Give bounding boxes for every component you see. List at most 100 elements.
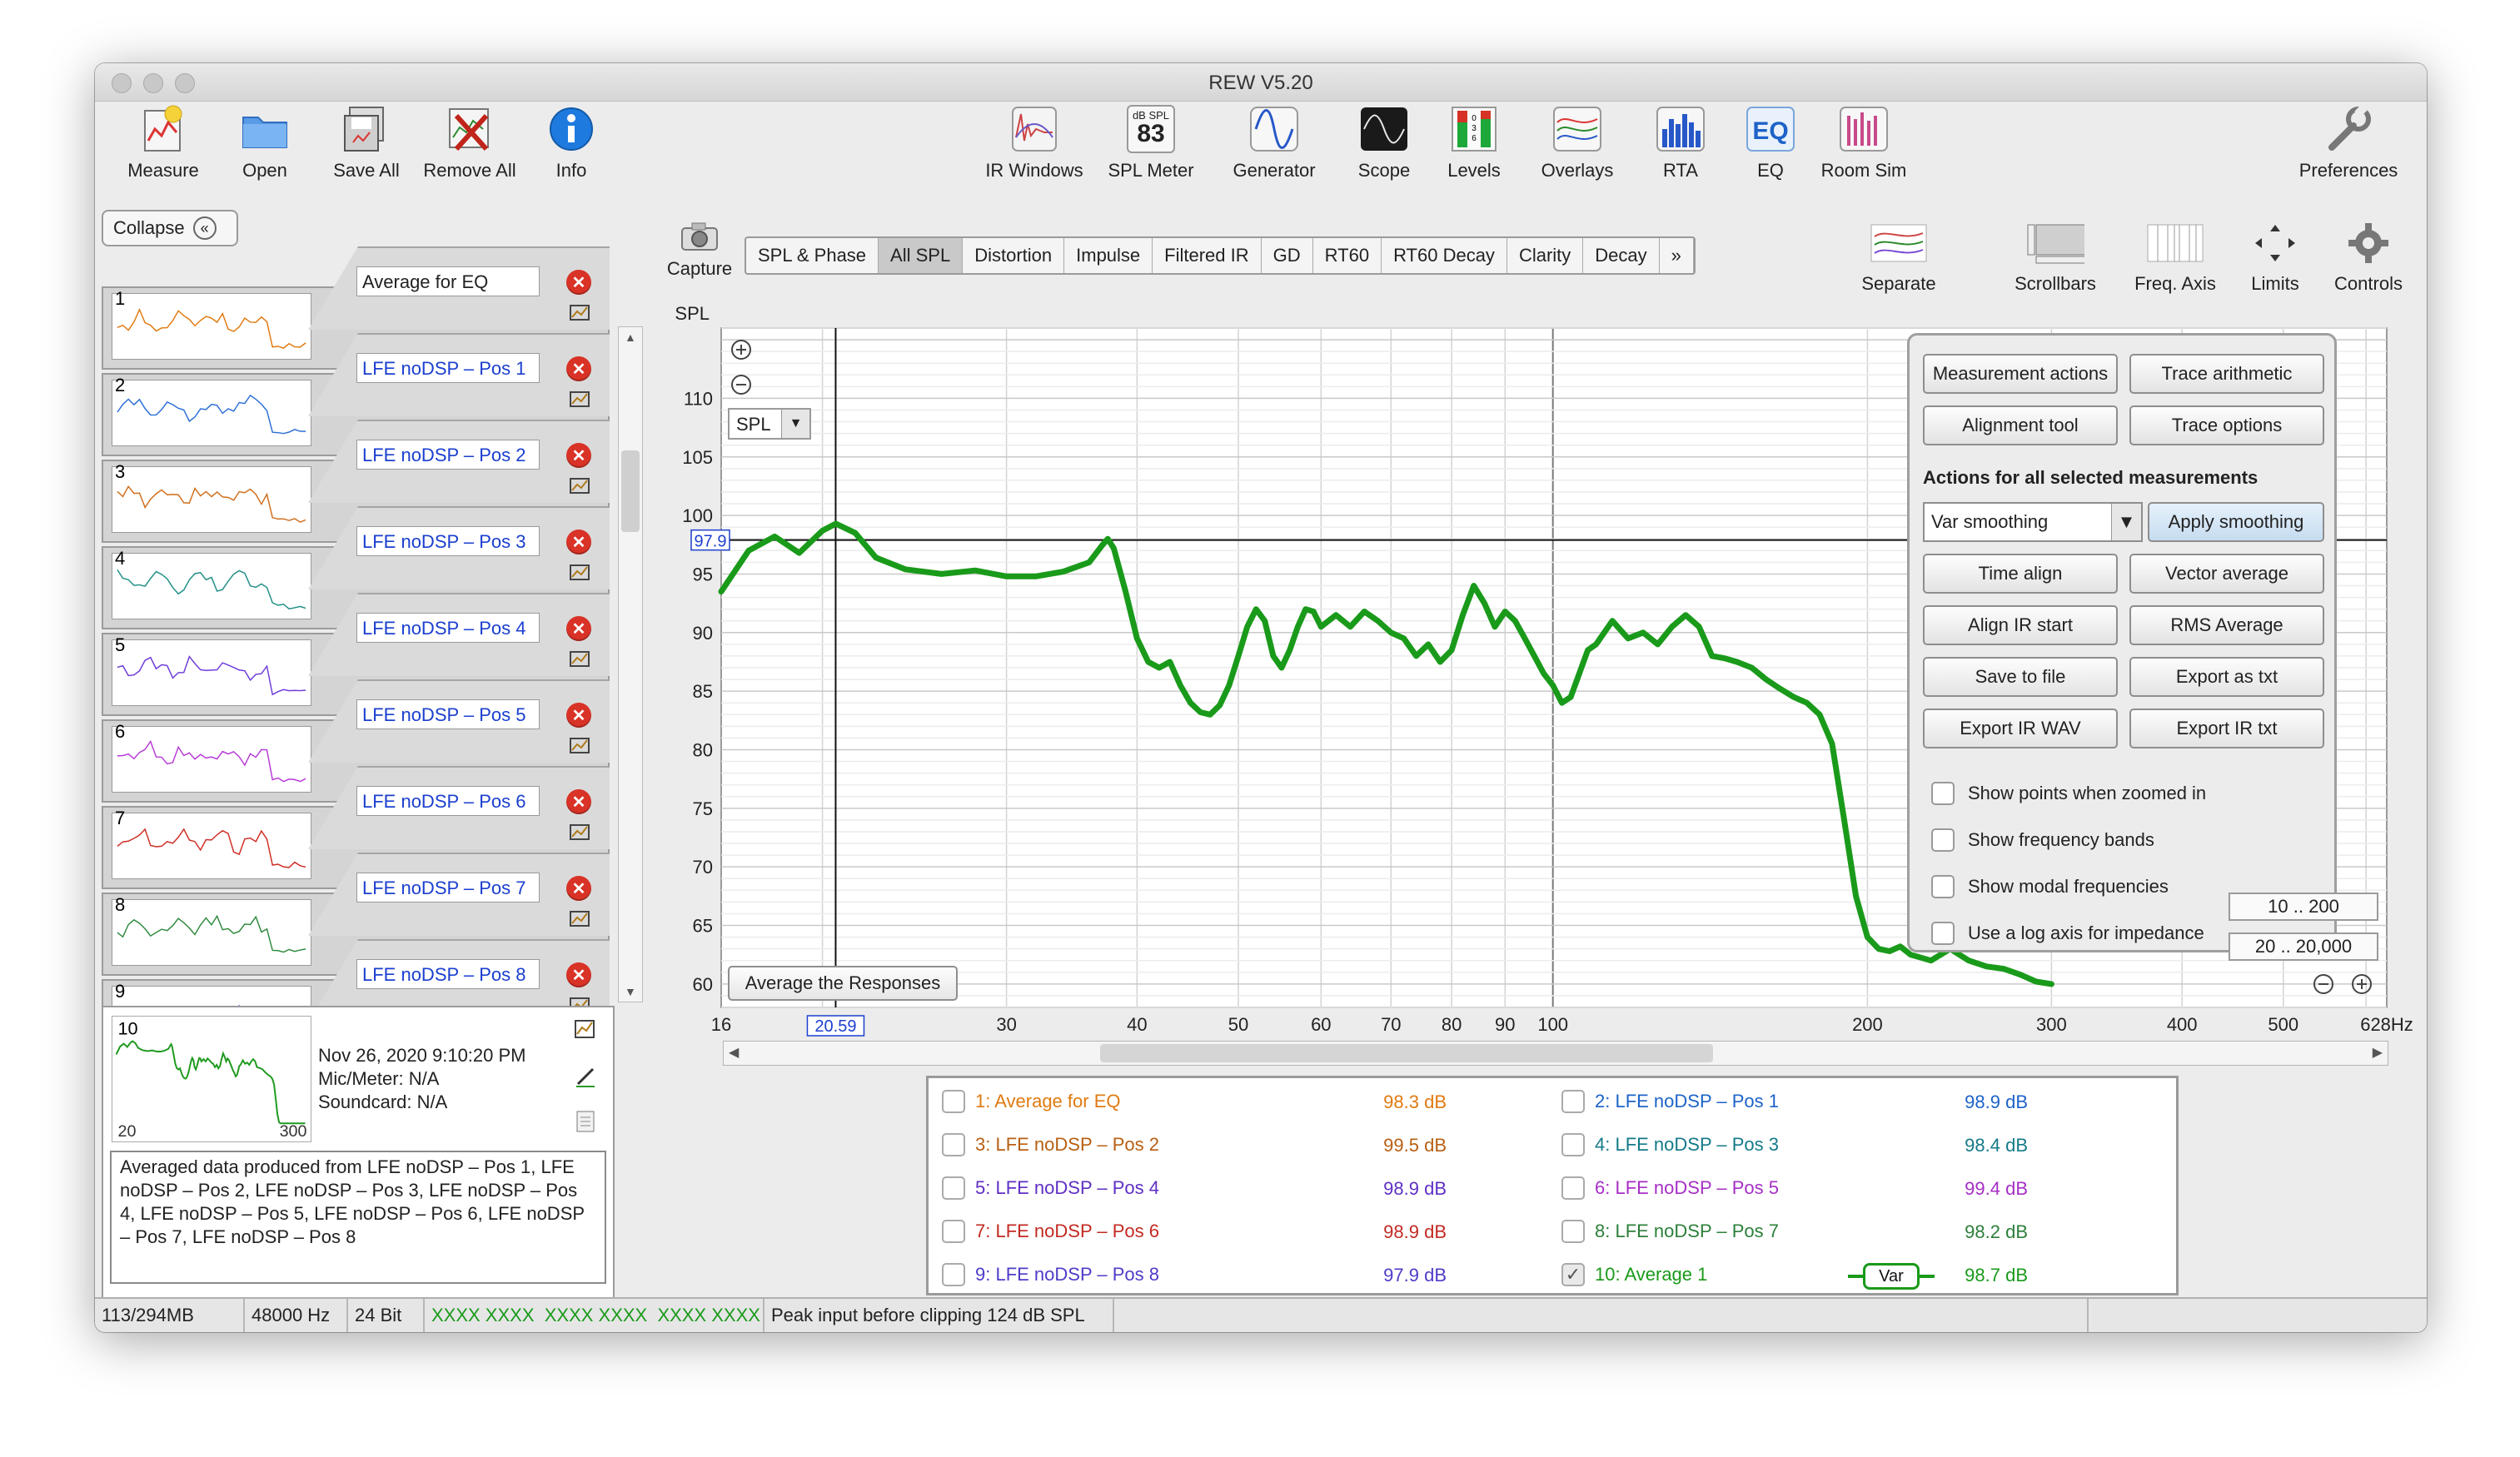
remove-measurement-icon[interactable]: ✕: [566, 789, 591, 814]
time-align-button[interactable]: Time align: [1923, 554, 2118, 594]
legend-checkbox[interactable]: [1561, 1090, 1585, 1113]
measurement-name-field[interactable]: LFE noDSP – Pos 6: [356, 786, 540, 816]
remove-measurement-icon[interactable]: ✕: [566, 616, 591, 641]
measurement-name-field[interactable]: LFE noDSP – Pos 3: [356, 526, 540, 556]
show-frequency-bands-checkbox[interactable]: Show frequency bands: [1931, 828, 2154, 852]
apply-smoothing-button[interactable]: Apply smoothing: [2148, 502, 2324, 542]
export-ir-txt-button[interactable]: Export IR txt: [2129, 709, 2324, 748]
remove-measurement-icon[interactable]: ✕: [566, 962, 591, 987]
legend-item[interactable]: ✓ 10: Average 1: [1561, 1263, 1707, 1286]
tab-gd[interactable]: GD: [1262, 238, 1313, 273]
remove-measurement-icon[interactable]: ✕: [566, 703, 591, 728]
gear-button[interactable]: Controls: [2306, 220, 2427, 295]
legend-checkbox[interactable]: [1561, 1220, 1585, 1243]
legend-item[interactable]: 5: LFE noDSP – Pos 4: [942, 1176, 1159, 1200]
levels-toolbar-button[interactable]: 0 3 6 Levels: [1416, 103, 1532, 182]
chart-edit-icon[interactable]: [570, 391, 591, 408]
remove-measurement-icon[interactable]: ✕: [566, 270, 591, 295]
scroll-down-icon[interactable]: ▼: [625, 985, 636, 998]
spl-select[interactable]: SPL ▼: [728, 408, 811, 440]
checkbox-box[interactable]: [1931, 875, 1955, 898]
legend-item[interactable]: 1: Average for EQ: [942, 1090, 1120, 1113]
tab-all-spl[interactable]: All SPL: [879, 238, 964, 273]
chart-edit-icon[interactable]: [570, 738, 591, 754]
legend-item[interactable]: 6: LFE noDSP – Pos 5: [1561, 1176, 1779, 1200]
scrollbar-thumb[interactable]: [621, 450, 640, 532]
trace-options-button[interactable]: Trace options: [2129, 405, 2324, 445]
room-sim-toolbar-button[interactable]: Room Sim: [1805, 103, 1922, 182]
show-points-checkbox[interactable]: Show points when zoomed in: [1931, 782, 2206, 805]
overlays-toolbar-button[interactable]: Overlays: [1519, 103, 1636, 182]
generator-toolbar-button[interactable]: Generator: [1216, 103, 1332, 182]
legend-item[interactable]: 3: LFE noDSP – Pos 2: [942, 1133, 1159, 1156]
scroll-up-icon[interactable]: ▲: [625, 331, 636, 344]
measurement-name-field[interactable]: Average for EQ: [356, 266, 540, 296]
remove-measurement-icon[interactable]: ✕: [566, 530, 591, 554]
preferences-toolbar-button[interactable]: Preferences: [2290, 103, 2407, 182]
chart-edit-icon[interactable]: [570, 911, 591, 927]
legend-checkbox[interactable]: ✓: [1561, 1263, 1585, 1286]
ir-windows-toolbar-button[interactable]: IR Windows: [976, 103, 1093, 182]
measure-toolbar-button[interactable]: Measure: [105, 103, 222, 182]
range-10-200-button[interactable]: 10 .. 200: [2229, 893, 2378, 921]
export-ir-wav-button[interactable]: Export IR WAV: [1923, 709, 2118, 748]
scroll-right-icon[interactable]: ▶: [2373, 1044, 2383, 1061]
tab-rt60-decay[interactable]: RT60 Decay: [1382, 238, 1507, 273]
pencil-icon[interactable]: [575, 1066, 596, 1092]
legend-item[interactable]: 2: LFE noDSP – Pos 1: [1561, 1090, 1779, 1113]
chart-edit-icon[interactable]: [570, 564, 591, 581]
tab-decay[interactable]: Decay: [1583, 238, 1660, 273]
spl-meter-toolbar-button[interactable]: dB SPL 83 SPL Meter: [1093, 103, 1209, 182]
legend-checkbox[interactable]: [942, 1133, 965, 1156]
separate-button[interactable]: Separate: [1836, 220, 1961, 295]
capture-button[interactable]: Capture: [658, 220, 741, 280]
remove-measurement-icon[interactable]: ✕: [566, 443, 591, 468]
measurement-name-field[interactable]: LFE noDSP – Pos 7: [356, 873, 540, 903]
measurement-list-scrollbar[interactable]: ▲ ▼: [618, 326, 643, 1002]
legend-checkbox[interactable]: [942, 1176, 965, 1200]
tab-impulse[interactable]: Impulse: [1064, 238, 1153, 273]
legend-checkbox[interactable]: [942, 1220, 965, 1243]
show-modal-frequencies-checkbox[interactable]: Show modal frequencies: [1931, 875, 2169, 898]
save-to-file-button[interactable]: Save to file: [1923, 657, 2118, 697]
legend-item[interactable]: 7: LFE noDSP – Pos 6: [942, 1220, 1159, 1243]
average-responses-button[interactable]: Average the Responses: [728, 966, 958, 1001]
notes-icon[interactable]: [576, 1111, 595, 1136]
rms-average-button[interactable]: RMS Average: [2129, 605, 2324, 645]
vector-average-button[interactable]: Vector average: [2129, 554, 2324, 594]
scrollbar-thumb[interactable]: [1100, 1044, 1713, 1062]
legend-item[interactable]: 4: LFE noDSP – Pos 3: [1561, 1133, 1779, 1156]
trace-arithmetic-button[interactable]: Trace arithmetic: [2129, 354, 2324, 394]
tab-spl-phase[interactable]: SPL & Phase: [746, 238, 879, 273]
save-all-toolbar-button[interactable]: Save All: [308, 103, 425, 182]
checkbox-box[interactable]: [1931, 782, 1955, 805]
measurement-name-field[interactable]: LFE noDSP – Pos 8: [356, 959, 540, 989]
scrollbars-button[interactable]: Scrollbars: [1993, 220, 2118, 295]
legend-item[interactable]: 8: LFE noDSP – Pos 7: [1561, 1220, 1779, 1243]
chart-edit-icon[interactable]: [570, 824, 591, 841]
chart-edit-icon[interactable]: [575, 1019, 596, 1043]
measurement-name-field[interactable]: LFE noDSP – Pos 4: [356, 613, 540, 643]
remove-measurement-icon[interactable]: ✕: [566, 876, 591, 901]
tab-more[interactable]: »: [1660, 238, 1694, 273]
range-20-20000-button[interactable]: 20 .. 20,000: [2229, 932, 2378, 961]
legend-checkbox[interactable]: [1561, 1176, 1585, 1200]
graph-horizontal-scrollbar[interactable]: ◀ ▶: [723, 1041, 2388, 1066]
legend-checkbox[interactable]: [942, 1090, 965, 1113]
measurement-notes[interactable]: Averaged data produced from LFE noDSP – …: [110, 1151, 606, 1284]
export-as-txt-button[interactable]: Export as txt: [2129, 657, 2324, 697]
alignment-tool-button[interactable]: Alignment tool: [1923, 405, 2118, 445]
legend-checkbox[interactable]: [942, 1263, 965, 1286]
legend-item[interactable]: 9: LFE noDSP – Pos 8: [942, 1263, 1159, 1286]
scroll-left-icon[interactable]: ◀: [729, 1044, 739, 1061]
smoothing-select[interactable]: Var smoothing ▼: [1923, 502, 2143, 542]
collapse-button[interactable]: Collapse «: [102, 210, 238, 246]
checkbox-box[interactable]: [1931, 828, 1955, 852]
chart-edit-icon[interactable]: [570, 651, 591, 668]
measurement-name-field[interactable]: LFE noDSP – Pos 5: [356, 699, 540, 729]
legend-checkbox[interactable]: [1561, 1133, 1585, 1156]
folder-toolbar-button[interactable]: Open: [207, 103, 323, 182]
align-ir-start-button[interactable]: Align IR start: [1923, 605, 2118, 645]
log-axis-impedance-checkbox[interactable]: Use a log axis for impedance: [1931, 922, 2204, 945]
info-toolbar-button[interactable]: Info: [513, 103, 630, 182]
